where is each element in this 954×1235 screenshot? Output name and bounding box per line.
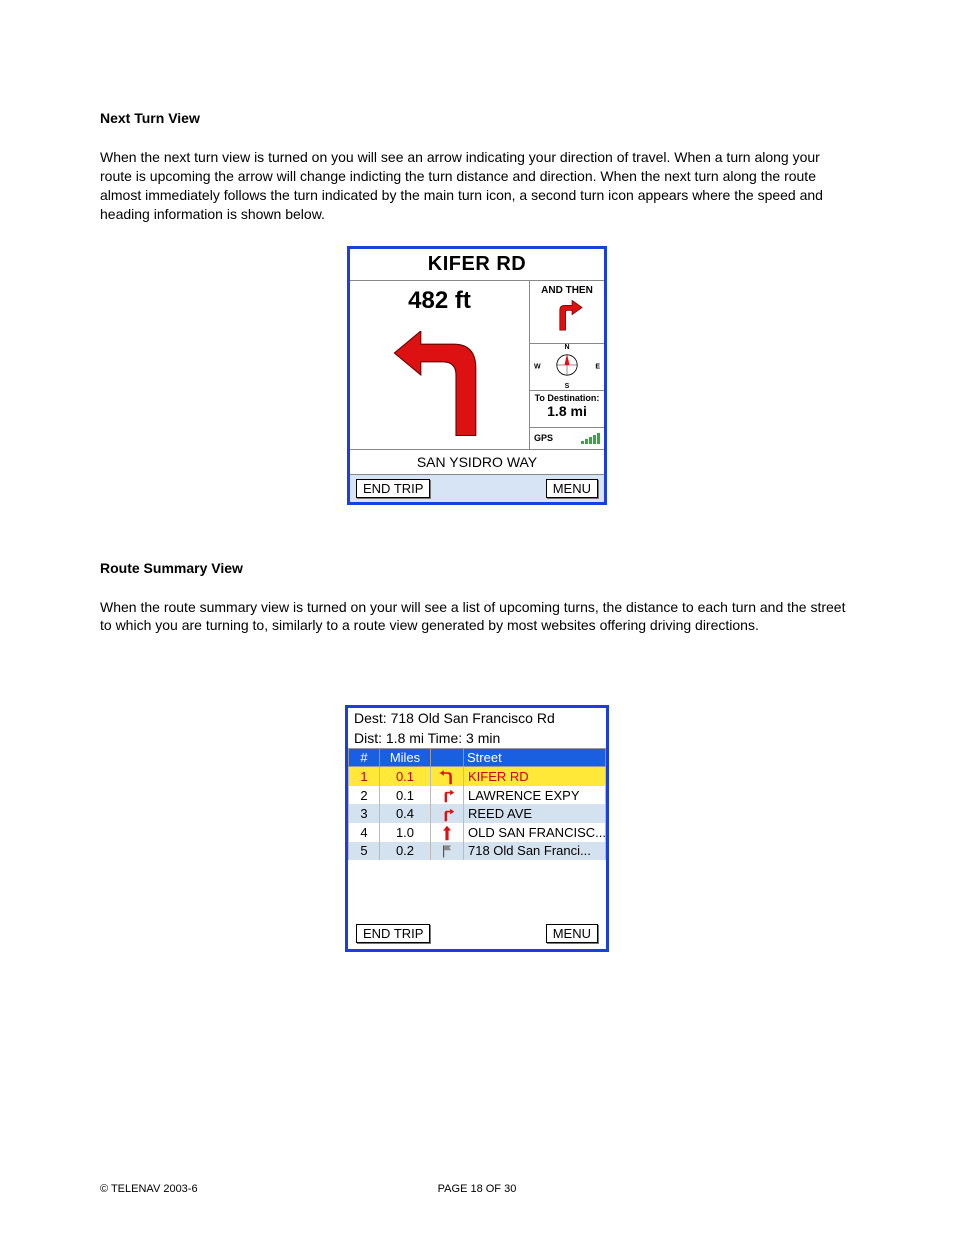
route-dest-line: Dest: 718 Old San Francisco Rd <box>348 708 606 728</box>
row-num: 3 <box>349 804 380 823</box>
table-row[interactable]: 41.0 OLD SAN FRANCISC... <box>349 823 606 842</box>
row-street: OLD SAN FRANCISC... <box>464 823 606 842</box>
row-miles: 1.0 <box>380 823 431 842</box>
table-row[interactable]: 10.1 KIFER RD <box>349 767 606 786</box>
row-num: 4 <box>349 823 380 842</box>
menu-button[interactable]: MENU <box>546 479 598 498</box>
turn-right-icon <box>431 786 464 805</box>
current-street: SAN YSIDRO WAY <box>350 449 604 474</box>
col-header-num: # <box>349 749 380 767</box>
section-body-next-turn: When the next turn view is turned on you… <box>100 148 854 224</box>
route-dist-line: Dist: 1.8 mi Time: 3 min <box>348 728 606 748</box>
and-then-turn-right-icon <box>530 296 604 335</box>
row-street: KIFER RD <box>464 767 606 786</box>
col-header-street: Street <box>464 749 606 767</box>
row-num: 2 <box>349 786 380 805</box>
compass-icon <box>550 348 584 382</box>
table-row[interactable]: 20.1 LAWRENCE EXPY <box>349 786 606 805</box>
next-turn-panel: KIFER RD 482 ft AND THEN <box>347 246 607 505</box>
gps-label: GPS <box>534 433 553 443</box>
turn-right-icon <box>431 804 464 823</box>
gps-signal-icon <box>581 433 600 444</box>
end-trip-button[interactable]: END TRIP <box>356 479 430 498</box>
row-miles: 0.2 <box>380 842 431 861</box>
footer-page: PAGE 18 OF 30 <box>100 1183 854 1195</box>
section-heading-route-summary: Route Summary View <box>100 560 854 576</box>
end-trip-button[interactable]: END TRIP <box>356 924 430 943</box>
route-summary-panel: Dest: 718 Old San Francisco Rd Dist: 1.8… <box>345 705 609 952</box>
route-table: # Miles Street 10.1 KIFER RD 20.1 LAWRENCE … <box>348 748 606 860</box>
to-destination-label: To Destination: <box>530 393 604 403</box>
row-num: 5 <box>349 842 380 861</box>
turn-straight-icon <box>431 823 464 842</box>
row-street: 718 Old San Franci... <box>464 842 606 861</box>
row-miles: 0.1 <box>380 786 431 805</box>
col-header-icon <box>431 749 464 767</box>
table-row[interactable]: 30.4 REED AVE <box>349 804 606 823</box>
row-num: 1 <box>349 767 380 786</box>
and-then-label: AND THEN <box>530 283 604 296</box>
compass-e: E <box>595 363 600 370</box>
next-turn-distance: 482 ft <box>350 281 529 315</box>
compass-n: N <box>564 344 569 351</box>
menu-button[interactable]: MENU <box>546 924 598 943</box>
compass-s: S <box>565 383 570 390</box>
turn-flag-icon <box>431 842 464 861</box>
turn-left-icon <box>431 767 464 786</box>
next-turn-street: KIFER RD <box>350 249 604 281</box>
row-street: REED AVE <box>464 804 606 823</box>
section-body-route-summary: When the route summary view is turned on… <box>100 598 854 636</box>
to-destination-value: 1.8 mi <box>530 403 604 419</box>
compass-w: W <box>534 363 541 370</box>
section-heading-next-turn: Next Turn View <box>100 110 854 126</box>
row-miles: 0.1 <box>380 767 431 786</box>
table-row[interactable]: 50.2 718 Old San Franci... <box>349 842 606 861</box>
row-street: LAWRENCE EXPY <box>464 786 606 805</box>
col-header-miles: Miles <box>380 749 431 767</box>
row-miles: 0.4 <box>380 804 431 823</box>
